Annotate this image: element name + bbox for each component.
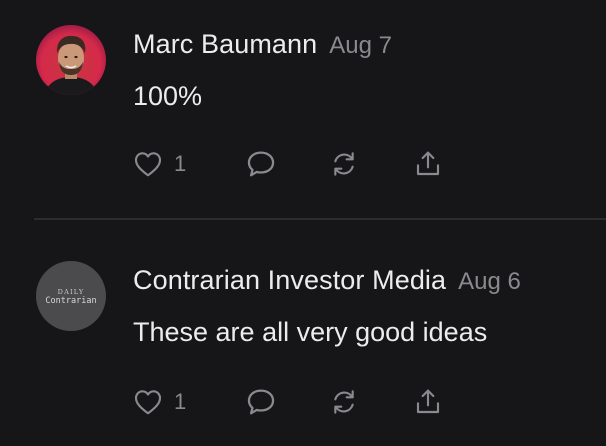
comment-date[interactable]: Aug 6	[458, 268, 521, 295]
comment: DAILY Contrarian Contrarian Investor Med…	[0, 220, 606, 446]
share-button[interactable]	[412, 144, 444, 184]
author-name[interactable]: Contrarian Investor Media	[133, 265, 446, 295]
reply-button[interactable]	[244, 382, 278, 422]
comment-body: 100%	[133, 81, 203, 111]
avatar[interactable]: DAILY Contrarian	[36, 261, 106, 331]
share-icon	[416, 151, 440, 176]
restack-icon	[334, 390, 354, 414]
author-name[interactable]: Marc Baumann	[133, 29, 317, 59]
like-button[interactable]: 1	[132, 144, 186, 184]
reply-bubble-icon	[247, 151, 275, 177]
share-icon	[416, 389, 440, 414]
avatar[interactable]	[36, 25, 106, 95]
restack-button[interactable]	[328, 144, 360, 184]
restack-button[interactable]	[328, 382, 360, 422]
comment: Marc Baumann Aug 7 100% 1	[0, 0, 606, 218]
heart-icon	[134, 152, 162, 177]
like-count: 1	[174, 151, 187, 176]
avatar-photo-icon	[36, 25, 106, 95]
restack-icon	[334, 152, 354, 176]
like-button[interactable]: 1	[132, 382, 186, 422]
comment-header: Marc Baumann Aug 7	[133, 29, 392, 60]
comment-actions: 1	[132, 144, 462, 184]
comment-actions: 1	[132, 382, 462, 422]
like-count: 1	[174, 389, 187, 414]
reply-button[interactable]	[244, 144, 278, 184]
heart-icon	[134, 390, 162, 415]
daily-contrarian-logo-icon: DAILY Contrarian	[36, 261, 106, 331]
comment-header: Contrarian Investor Media Aug 6	[133, 265, 521, 296]
reply-bubble-icon	[247, 389, 275, 415]
svg-text:DAILY: DAILY	[58, 288, 85, 296]
comment-date[interactable]: Aug 7	[329, 32, 392, 59]
svg-text:Contrarian: Contrarian	[45, 296, 96, 306]
share-button[interactable]	[412, 382, 444, 422]
comment-body: These are all very good ideas	[133, 317, 488, 347]
